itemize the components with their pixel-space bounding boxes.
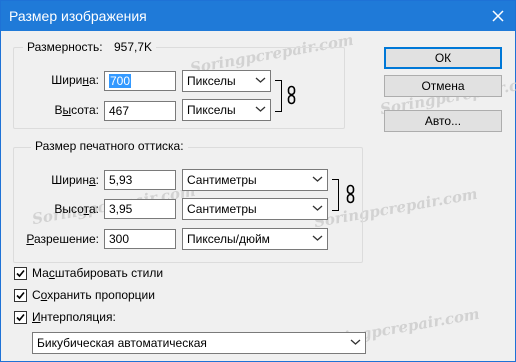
pixel-width-unit-select[interactable]: Пикселы xyxy=(182,70,271,92)
pixel-height-input[interactable]: 467 xyxy=(104,101,176,121)
pixel-dimensions-header: Размерность: 957,7K xyxy=(23,40,157,54)
constrain-proportions-checkbox[interactable] xyxy=(14,289,27,302)
chevron-down-icon xyxy=(255,77,266,83)
checkmark-icon xyxy=(16,291,25,300)
window-title: Размер изображения xyxy=(9,8,147,24)
image-size-dialog: Размер изображения Soringpcrepair.com So… xyxy=(0,0,516,362)
print-width-input[interactable]: 5,93 xyxy=(104,170,176,190)
title-bar[interactable]: Размер изображения xyxy=(1,1,515,31)
scale-styles-label[interactable]: Масштабировать стили xyxy=(32,266,163,280)
print-height-label: Высота: xyxy=(54,202,99,216)
dimensions-value: 957,7K xyxy=(113,40,153,54)
print-width-unit-select[interactable]: Сантиметры xyxy=(182,169,328,191)
chain-link-icon xyxy=(346,184,355,204)
print-height-unit-select[interactable]: Сантиметры xyxy=(182,198,328,220)
checkmark-icon xyxy=(16,313,25,322)
close-button[interactable] xyxy=(489,7,507,25)
ok-button[interactable]: ОК xyxy=(384,47,502,69)
resolution-input[interactable]: 300 xyxy=(104,229,176,249)
pixel-height-label: Высота: xyxy=(54,103,99,117)
chevron-down-icon xyxy=(312,235,323,241)
print-size-header: Размер печатного оттиска: xyxy=(31,139,188,153)
chevron-down-icon xyxy=(255,106,266,112)
chain-link-icon xyxy=(287,85,296,105)
chevron-down-icon xyxy=(312,205,323,211)
checkmark-icon xyxy=(16,269,25,278)
chevron-down-icon xyxy=(350,339,361,345)
cancel-button[interactable]: Отмена xyxy=(384,75,502,97)
pixel-link-bracket xyxy=(275,80,282,112)
print-height-input[interactable]: 3,95 xyxy=(104,199,176,219)
dimensions-label: Размерность: xyxy=(27,40,103,54)
resolution-label: Разрешение: xyxy=(26,232,99,246)
print-link-bracket xyxy=(332,179,339,211)
pixel-width-label: Ширина: xyxy=(51,73,99,87)
resample-checkbox[interactable] xyxy=(14,311,27,324)
pixel-width-input[interactable]: 700 xyxy=(104,71,176,91)
resample-method-select[interactable]: Бикубическая автоматическая xyxy=(32,332,366,354)
auto-button[interactable]: Авто... xyxy=(384,110,502,132)
constrain-proportions-label[interactable]: Сохранить пропорции xyxy=(32,288,155,302)
pixel-height-unit-select[interactable]: Пикселы xyxy=(182,99,271,121)
chevron-down-icon xyxy=(312,176,323,182)
close-icon xyxy=(489,7,507,25)
resolution-unit-select[interactable]: Пикселы/дюйм xyxy=(182,228,328,250)
print-width-label: Ширина: xyxy=(51,173,99,187)
scale-styles-checkbox[interactable] xyxy=(14,267,27,280)
resample-label[interactable]: Интерполяция: xyxy=(32,310,116,324)
